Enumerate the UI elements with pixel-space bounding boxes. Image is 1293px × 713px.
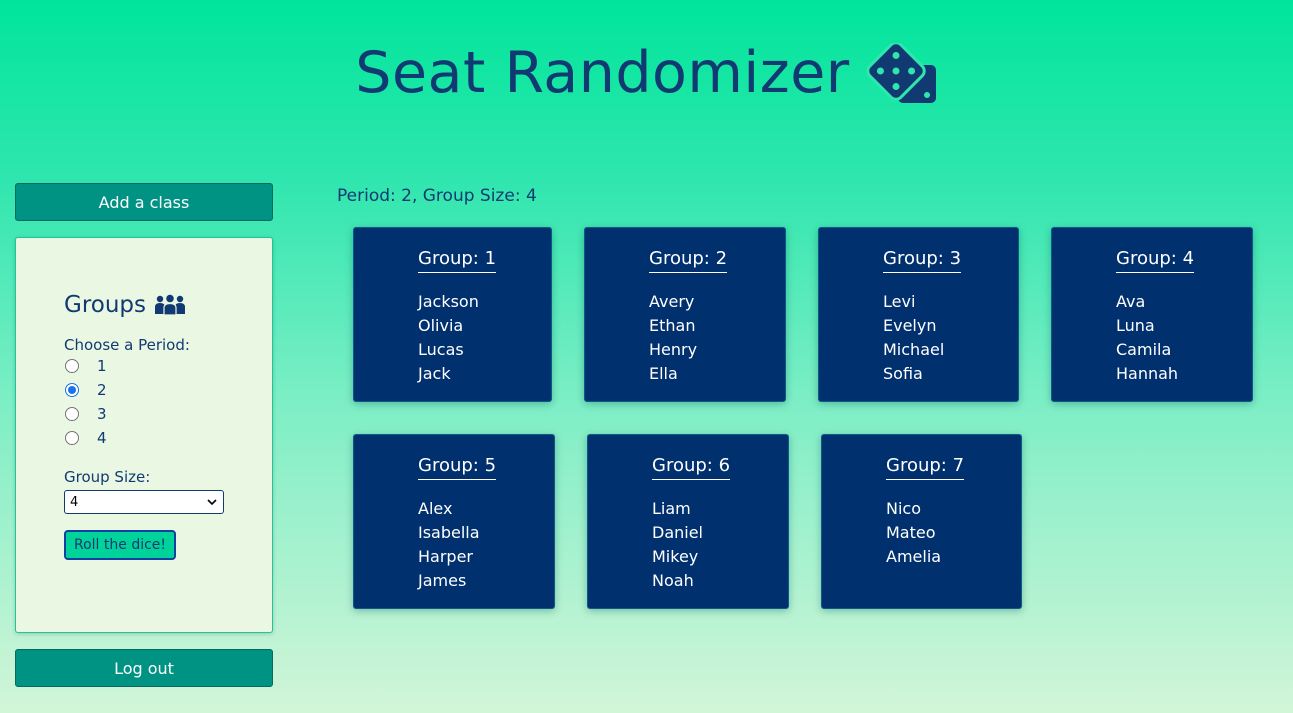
group-card: Group: 3 Levi Evelyn Michael Sofia (818, 227, 1019, 402)
group-member: Liam (652, 499, 691, 518)
group-member: Levi (883, 292, 916, 311)
period-radio-4[interactable] (65, 431, 79, 445)
groups-heading: Groups (64, 290, 262, 320)
roll-dice-button[interactable]: Roll the dice! (64, 530, 177, 560)
group-title: Group: 4 (1116, 248, 1195, 273)
group-member: Luna (1116, 316, 1155, 335)
choose-period-label: Choose a Period: (64, 336, 190, 354)
group-member: Jack (418, 364, 451, 383)
period-info: Period: 2, Group Size: 4 (337, 186, 537, 206)
group-member: Jackson (418, 292, 479, 311)
add-class-button[interactable]: Add a class (15, 183, 273, 221)
group-title: Group: 6 (652, 455, 731, 480)
group-member: Michael (883, 340, 945, 359)
group-card: Group: 6 Liam Daniel Mikey Noah (587, 434, 789, 609)
group-title: Group: 7 (886, 455, 965, 480)
period-radio-2[interactable] (65, 383, 79, 397)
group-size-value: 4 (70, 494, 79, 510)
group-card: Group: 7 Nico Mateo Amelia (821, 434, 1022, 609)
period-label-4: 4 (97, 429, 107, 447)
period-option-3[interactable]: 3 (64, 402, 262, 426)
group-member: James (418, 571, 467, 590)
period-radio-3[interactable] (65, 407, 79, 421)
group-member: Evelyn (883, 316, 937, 335)
group-member: Nico (886, 499, 921, 518)
group-member: Alex (418, 499, 453, 518)
group-member: Camila (1116, 340, 1172, 359)
groups-panel: Groups Choose a Period: 1 2 3 4 Group Si… (15, 237, 273, 633)
group-members: Ava Luna Camila Hannah (1116, 290, 1178, 386)
group-title: Group: 1 (418, 248, 497, 273)
page-title: Seat Randomizer (355, 40, 850, 106)
group-size-select[interactable]: 4 (64, 490, 224, 514)
group-card: Group: 1 Jackson Olivia Lucas Jack (353, 227, 552, 402)
group-member: Ethan (649, 316, 696, 335)
period-option-2[interactable]: 2 (64, 378, 262, 402)
group-member: Henry (649, 340, 698, 359)
page-title-wrap: Seat Randomizer (355, 40, 937, 106)
people-group-icon (154, 294, 186, 316)
group-member: Isabella (418, 523, 480, 542)
group-member: Sofia (883, 364, 923, 383)
groups-heading-label: Groups (64, 292, 147, 318)
group-members: Alex Isabella Harper James (418, 497, 480, 593)
period-radio-1[interactable] (65, 359, 79, 373)
period-label-2: 2 (97, 381, 107, 399)
group-member: Ava (1116, 292, 1146, 311)
group-member: Hannah (1116, 364, 1179, 383)
chevron-down-icon (207, 499, 217, 506)
group-member: Amelia (886, 547, 942, 566)
group-card: Group: 5 Alex Isabella Harper James (353, 434, 555, 609)
group-member: Olivia (418, 316, 464, 335)
group-member: Lucas (418, 340, 464, 359)
group-member: Daniel (652, 523, 703, 542)
group-card: Group: 4 Ava Luna Camila Hannah (1051, 227, 1253, 402)
period-option-1[interactable]: 1 (64, 354, 262, 378)
group-card: Group: 2 Avery Ethan Henry Ella (584, 227, 786, 402)
group-member: Harper (418, 547, 473, 566)
logout-button[interactable]: Log out (15, 649, 273, 687)
groups-form: Groups Choose a Period: 1 2 3 4 Group Si… (64, 290, 262, 560)
group-members: Avery Ethan Henry Ella (649, 290, 697, 386)
group-title: Group: 3 (883, 248, 962, 273)
group-member: Mateo (886, 523, 936, 542)
group-member: Ella (649, 364, 678, 383)
group-member: Avery (649, 292, 695, 311)
page-header: Seat Randomizer (0, 40, 1293, 120)
group-title: Group: 5 (418, 455, 497, 480)
group-title: Group: 2 (649, 248, 728, 273)
period-label-1: 1 (97, 357, 107, 375)
group-members: Levi Evelyn Michael Sofia (883, 290, 944, 386)
group-members: Nico Mateo Amelia (886, 497, 941, 569)
group-size-label: Group Size: (64, 468, 151, 486)
dice-icon (865, 41, 938, 103)
group-members: Jackson Olivia Lucas Jack (418, 290, 479, 386)
group-members: Liam Daniel Mikey Noah (652, 497, 703, 593)
period-label-3: 3 (97, 405, 107, 423)
group-member: Noah (652, 571, 694, 590)
group-member: Mikey (652, 547, 699, 566)
period-option-4[interactable]: 4 (64, 426, 262, 450)
